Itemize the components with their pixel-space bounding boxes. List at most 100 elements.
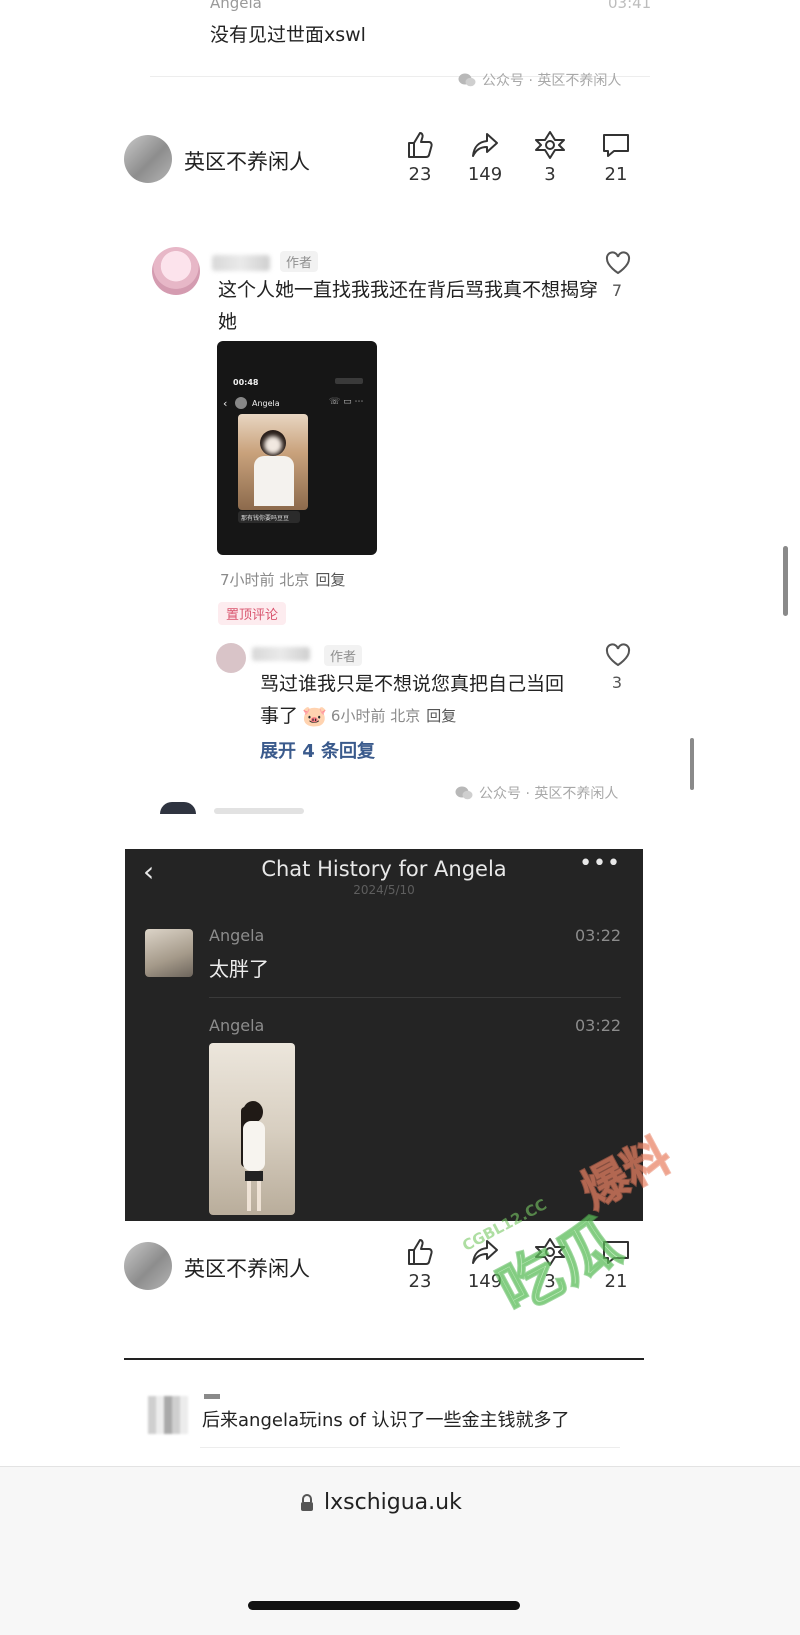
thumbs-up-icon — [390, 1235, 450, 1269]
share-count: 149 — [467, 164, 503, 185]
call-icons: ☏ ▭ ⋯ — [329, 397, 364, 407]
url-field[interactable]: lxschigua.uk — [300, 1490, 462, 1515]
like-button[interactable]: 23 — [390, 1235, 450, 1292]
comment-like-count: 7 — [611, 281, 623, 300]
comment-bubble-icon — [586, 128, 646, 162]
chat-history-date: 2024/5/10 — [353, 883, 415, 897]
next-commenter-name-partial — [214, 808, 304, 814]
reply-link[interactable]: 回复 — [426, 700, 456, 732]
commenter-avatar[interactable] — [152, 247, 200, 295]
message-text: 太胖了 — [209, 957, 269, 981]
comment-meta: 7小时前 北京 回复 — [220, 569, 345, 590]
chat-history-title: Chat History for Angela — [261, 857, 507, 881]
author-name[interactable]: 英区不养闲人 — [184, 1253, 310, 1283]
heart-like-icon[interactable] — [605, 643, 631, 667]
chat-history-panel: ‹ Chat History for Angela 2024/5/10 ••• … — [125, 849, 643, 1221]
message-time: 03:22 — [575, 1016, 622, 1035]
share-count: 149 — [467, 1271, 503, 1292]
chat-avatar — [235, 397, 247, 409]
comment-bubble-icon — [586, 1235, 646, 1269]
commenter-name-blurred — [204, 1394, 220, 1399]
thumbs-up-icon — [390, 128, 450, 162]
heart-like-icon[interactable] — [605, 251, 631, 275]
pig-emoji-icon: 🐷 — [302, 704, 327, 728]
reply-text-line: 事了 🐷 6小时前 北京 回复 — [260, 700, 600, 732]
favorite-button[interactable]: 3 — [520, 128, 580, 185]
like-count: 23 — [408, 1271, 432, 1292]
replier-avatar[interactable] — [216, 643, 246, 673]
message-sender: Angela — [209, 926, 265, 945]
top-chat-sender: Angela — [210, 0, 262, 12]
like-button[interactable]: 23 — [390, 128, 450, 185]
status-time: 00:48 — [233, 378, 259, 387]
watermark-top: 公众号 · 英区不养闲人 — [458, 70, 621, 90]
expand-replies-button[interactable]: 展开 4 条回复 — [260, 737, 375, 763]
watermark-text: 公众号 · 英区不养闲人 — [482, 73, 622, 89]
watermark-text: 公众号 · 英区不养闲人 — [479, 786, 619, 802]
photo-caption: 那有钱你要吗豆豆 — [238, 511, 300, 523]
divider — [200, 1447, 620, 1448]
video-thumbnail[interactable] — [209, 1043, 295, 1215]
commenter-name-blurred[interactable] — [212, 255, 270, 271]
watermark-mid: 公众号 · 英区不养闲人 — [455, 783, 618, 803]
author-name[interactable]: 英区不养闲人 — [184, 146, 310, 176]
hexagram-icon — [520, 1235, 580, 1269]
more-options-icon[interactable]: ••• — [579, 851, 621, 876]
comment-text: 这个人她一直找我我还在背后骂我真不想揭穿 她 — [218, 274, 598, 338]
comment-button[interactable]: 21 — [586, 128, 646, 185]
favorite-button[interactable]: 3 — [520, 1235, 580, 1292]
url-text: lxschigua.uk — [324, 1490, 462, 1515]
comment-image[interactable]: 00:48 ‹ Angela ☏ ▭ ⋯ 那有钱你要吗豆豆 — [217, 341, 377, 555]
video-figure-shorts — [245, 1171, 263, 1181]
commenter-avatar-pixelated[interactable] — [148, 1396, 188, 1434]
message-sender: Angela — [209, 1016, 265, 1035]
author-tag: 作者 — [280, 251, 319, 272]
home-indicator[interactable] — [248, 1601, 520, 1610]
comment-button[interactable]: 21 — [586, 1235, 646, 1292]
share-button[interactable]: 149 — [455, 128, 515, 185]
wechat-icon — [455, 785, 473, 801]
bottom-comment-text: 后来angela玩ins of 认识了一些金主钱就多了 — [202, 1410, 570, 1431]
reply-text-end: 事了 — [260, 705, 299, 727]
lock-icon — [300, 1493, 314, 1512]
photo-shirt — [254, 456, 294, 506]
comment-text-line: 这个人她一直找我我还在背后骂我真不想揭穿 — [218, 279, 599, 301]
message-time: 03:22 — [575, 926, 622, 945]
share-arrow-icon — [455, 128, 515, 162]
replier-name-blurred[interactable] — [252, 647, 310, 661]
photo-thumbnail — [238, 414, 308, 510]
scrollbar[interactable] — [690, 738, 694, 790]
reply-like-count: 3 — [611, 673, 623, 692]
hexagram-icon — [520, 128, 580, 162]
sender-avatar[interactable] — [145, 929, 193, 977]
back-icon: ‹ — [223, 397, 228, 410]
share-button[interactable]: 149 — [455, 1235, 515, 1292]
reply-time: 6小时前 北京 — [330, 707, 421, 725]
reply-text-line: 骂过谁我只是不想说您真把自己当回 — [260, 673, 565, 695]
like-count: 23 — [408, 164, 432, 185]
share-arrow-icon — [455, 1235, 515, 1269]
comment-text-line: 她 — [218, 311, 238, 333]
reply-link[interactable]: 回复 — [315, 571, 345, 589]
photo-face — [264, 436, 282, 454]
video-figure-leg — [247, 1181, 251, 1211]
top-chat-time: 03:41 — [608, 0, 652, 12]
comment-count: 21 — [604, 1271, 628, 1292]
author-avatar[interactable] — [124, 1242, 172, 1290]
comment-time: 7小时前 北京 — [220, 571, 310, 589]
video-figure-body — [243, 1121, 265, 1171]
message-divider — [209, 997, 621, 998]
author-avatar[interactable] — [124, 135, 172, 183]
section-divider — [124, 1358, 644, 1360]
author-tag: 作者 — [324, 645, 363, 666]
pinned-tag: 置顶评论 — [218, 602, 287, 625]
favorite-count: 3 — [544, 1271, 556, 1292]
favorite-count: 3 — [544, 164, 556, 185]
reply-text: 骂过谁我只是不想说您真把自己当回 事了 🐷 6小时前 北京 回复 — [260, 668, 600, 732]
scrollbar[interactable] — [783, 546, 788, 616]
comment-count: 21 — [604, 164, 628, 185]
video-figure-leg — [257, 1181, 261, 1211]
next-commenter-avatar-partial — [160, 802, 196, 814]
top-chat-message: 没有见过世面xswl — [210, 24, 366, 46]
status-icons — [335, 378, 363, 384]
